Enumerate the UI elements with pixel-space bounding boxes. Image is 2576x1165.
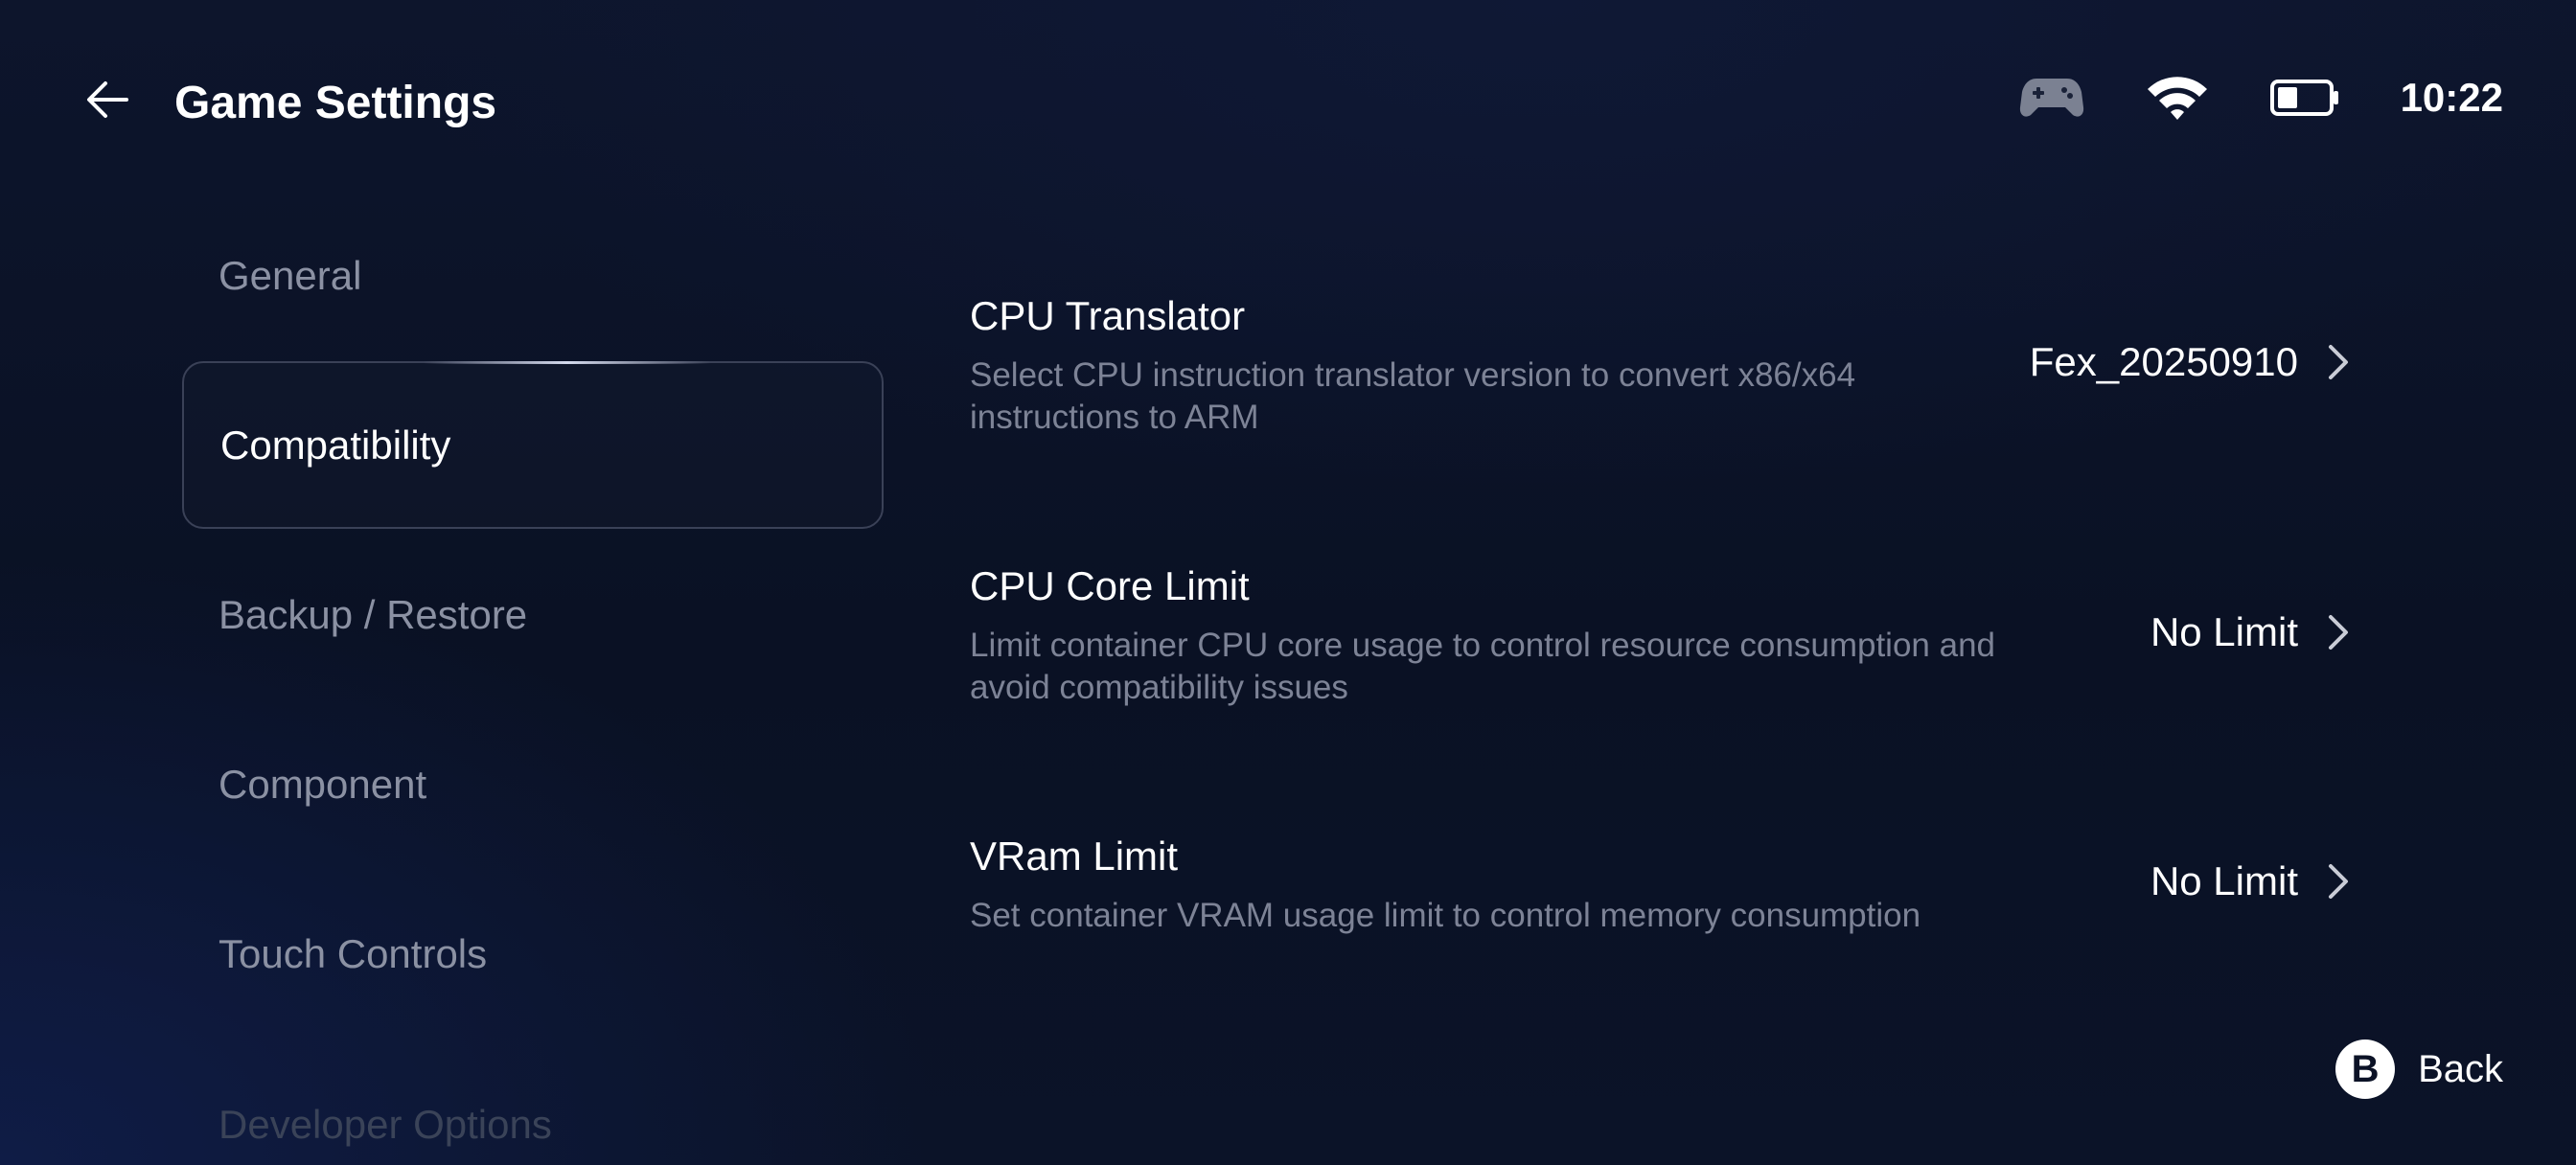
setting-title: CPU Core Limit: [970, 563, 1250, 608]
setting-value-text: No Limit: [2150, 858, 2298, 903]
setting-value-text: Fex_20250910: [2029, 339, 2298, 384]
clock: 10:22: [2400, 75, 2503, 120]
setting-description: Limit container CPU core usage to contro…: [970, 627, 1995, 706]
setting-value-text: No Limit: [2150, 609, 2298, 654]
setting-title: CPU Translator: [970, 293, 1246, 338]
setting-title: VRam Limit: [970, 834, 1179, 879]
setting-description: Set container VRAM usage limit to contro…: [970, 897, 1921, 934]
sidebar-item-label: Backup / Restore: [218, 591, 528, 637]
sidebar-item-label: Developer Options: [218, 1101, 552, 1147]
setting-value[interactable]: Fex_20250910: [2030, 339, 2350, 385]
sidebar-item-developer-options[interactable]: Developer Options: [182, 1040, 884, 1165]
setting-description: Select CPU instruction translator versio…: [970, 356, 1856, 436]
chevron-right-icon: [2327, 862, 2350, 901]
sidebar-item-compatibility[interactable]: Compatibility: [182, 361, 884, 529]
back-button[interactable]: B Back: [2335, 1039, 2503, 1100]
gamepad-icon: [2019, 75, 2084, 121]
sidebar-item-general[interactable]: General: [182, 192, 884, 359]
chevron-right-icon: [2327, 343, 2350, 381]
sidebar-item-label: Compatibility: [220, 422, 451, 468]
sidebar-item-label: General: [218, 252, 362, 298]
setting-vram-limit[interactable]: VRam Limit Set container VRAM usage limi…: [970, 830, 2350, 937]
setting-cpu-translator[interactable]: CPU Translator Select CPU instruction tr…: [970, 289, 2350, 439]
wifi-icon: [2146, 74, 2209, 122]
status-bar: 10:22: [2019, 69, 2503, 126]
sidebar-item-backup-restore[interactable]: Backup / Restore: [182, 531, 884, 698]
b-button-icon: B: [2335, 1039, 2396, 1099]
sidebar-item-label: Component: [218, 761, 427, 807]
settings-sidebar: General Compatibility Backup / Restore C…: [182, 192, 884, 1165]
setting-value[interactable]: No Limit: [2150, 858, 2350, 904]
game-settings-screen: Game Settings 10:22 General Compatibilit…: [0, 0, 2576, 1165]
page-title: Game Settings: [174, 78, 497, 128]
battery-icon: [2269, 79, 2339, 117]
header: Game Settings 10:22: [0, 0, 2576, 201]
chevron-right-icon: [2327, 613, 2350, 651]
sidebar-item-touch-controls[interactable]: Touch Controls: [182, 870, 884, 1038]
back-arrow-icon[interactable]: [77, 69, 138, 130]
back-label: Back: [2418, 1047, 2503, 1090]
sidebar-item-label: Touch Controls: [218, 930, 488, 976]
setting-cpu-core-limit[interactable]: CPU Core Limit Limit container CPU core …: [970, 560, 2350, 709]
sidebar-item-component[interactable]: Component: [182, 700, 884, 868]
setting-value[interactable]: No Limit: [2150, 609, 2350, 655]
